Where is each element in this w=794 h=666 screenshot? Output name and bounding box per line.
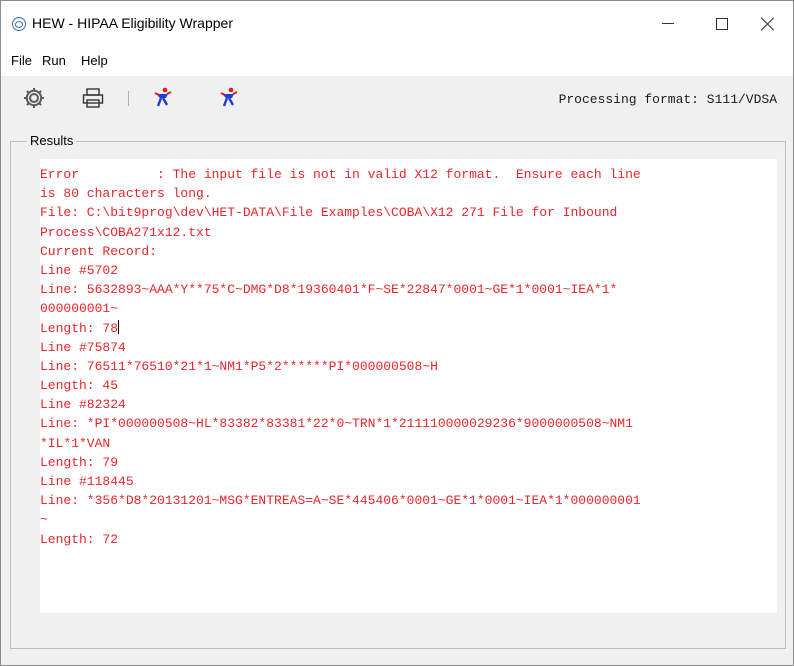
menu-bar: File Run Help <box>1 46 793 76</box>
result-line: Line: 76511*76510*21*1~NM1*P5*2******PI*… <box>40 358 438 374</box>
processing-format-label: Processing format: S111/VDSA <box>558 92 777 107</box>
toolbar-separator <box>128 91 129 106</box>
result-line: Length: 72 <box>40 531 119 547</box>
results-group-label: Results <box>27 133 77 149</box>
title-bar[interactable]: HEW - HIPAA Eligibility Wrapper <box>1 1 793 46</box>
results-text-area[interactable]: Error : The input file is not in valid X… <box>40 159 777 613</box>
menu-run[interactable]: Run <box>42 53 66 69</box>
settings-button[interactable] <box>21 84 47 112</box>
app-window: HEW - HIPAA Eligibility Wrapper File Run… <box>0 0 794 666</box>
result-line: Current Record: <box>40 243 158 259</box>
result-line: Line #75874 <box>40 339 126 355</box>
result-line-with-caret: Length: 78 <box>40 319 777 338</box>
result-line: *IL*1*VAN <box>40 435 111 451</box>
app-logo-icon <box>12 17 26 31</box>
run-button[interactable] <box>149 84 175 112</box>
result-line: Length: 79 <box>40 454 119 470</box>
minimize-button[interactable] <box>641 1 695 46</box>
result-line: is 80 characters long. <box>40 186 212 202</box>
result-line: Line #118445 <box>40 474 134 489</box>
runner-icon <box>154 87 172 107</box>
result-line: File: C:\bit9prog\dev\HET-DATA\File Exam… <box>40 205 618 221</box>
result-line: Line: *356*D8*20131201~MSG*ENTREAS=A~SE*… <box>40 493 641 509</box>
result-line: Line: *PI*000000508~HL*83382*83381*22*0~… <box>40 416 633 432</box>
runner-stop-icon <box>220 87 238 107</box>
result-line: Error : The input file is not in valid X… <box>40 167 641 182</box>
maximize-icon <box>716 17 728 30</box>
toolbar: Processing format: S111/VDSA <box>1 76 793 122</box>
result-line: Length: 45 <box>40 378 119 394</box>
result-line: Line: 5632893~AAA*Y**75*C~DMG*D8*1936040… <box>40 282 618 298</box>
result-line: Process\COBA271x12.txt <box>40 224 212 240</box>
gear-icon <box>24 88 44 108</box>
result-line-text: Length: 78 <box>40 320 119 336</box>
minimize-icon <box>662 23 674 24</box>
result-line: 000000001~ <box>40 301 119 317</box>
result-line: ~ <box>40 512 48 528</box>
text-caret <box>118 319 120 334</box>
stop-button[interactable] <box>214 84 240 112</box>
menu-file[interactable]: File <box>11 53 32 69</box>
result-line: Line #82324 <box>40 397 126 413</box>
window-title: HEW - HIPAA Eligibility Wrapper <box>32 15 233 31</box>
printer-icon <box>82 88 104 108</box>
menu-help[interactable]: Help <box>81 53 108 69</box>
result-line: Line #5702 <box>40 262 119 278</box>
close-icon <box>761 17 775 31</box>
close-button[interactable] <box>741 1 793 46</box>
print-button[interactable] <box>80 84 106 112</box>
